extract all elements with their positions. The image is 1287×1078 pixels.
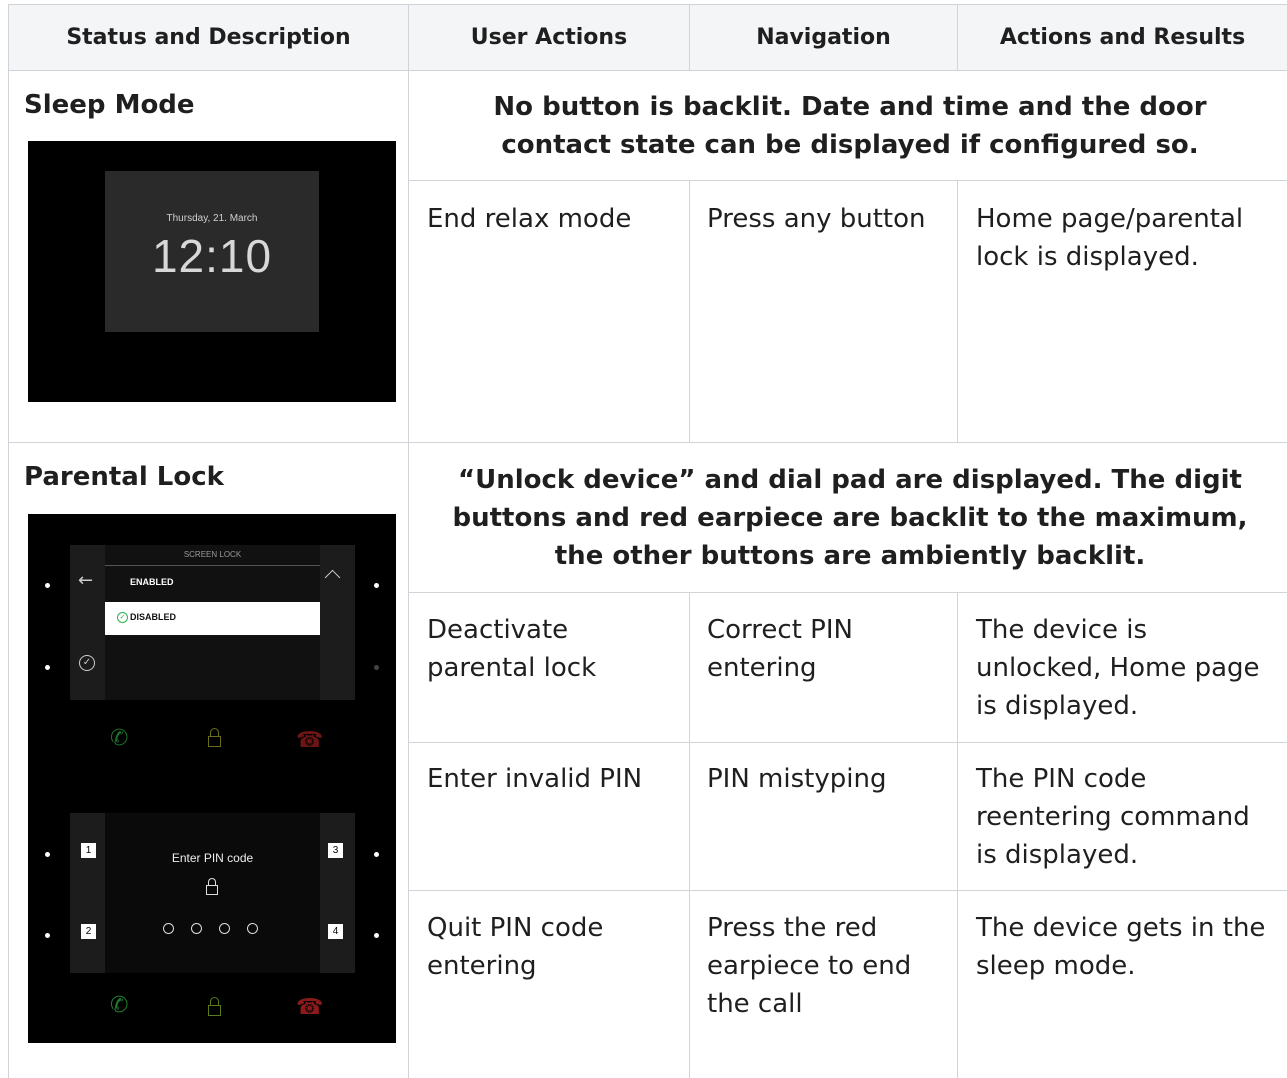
side-dot (45, 852, 50, 857)
pin-dot (247, 923, 258, 934)
screen-lock-screenshot: ← ✓ SCREEN LOCK ENABLED ✓ DISABLED ✆ ☎ (28, 514, 396, 802)
right-button-panel (320, 813, 355, 973)
key-2[interactable]: 2 (81, 924, 96, 939)
sleep-mode-title: Sleep Mode (24, 90, 195, 120)
pin-display: Enter PIN code (105, 813, 320, 973)
ok-check-icon: ✓ (117, 612, 128, 623)
header-status-description: Status and Description (9, 5, 408, 70)
key-1[interactable]: 1 (81, 843, 96, 858)
right-button-panel (320, 545, 355, 700)
parental-row1-action: Deactivate parental lock (427, 615, 597, 683)
parental-lock-description: “Unlock device” and dial pad are display… (452, 465, 1248, 571)
option-enabled[interactable]: ENABLED (130, 577, 174, 587)
pin-entry-screenshot: 1 2 3 4 Enter PIN code ✆ ☎ (28, 783, 396, 1043)
pin-lock-shackle (208, 878, 216, 885)
side-dot (45, 665, 50, 670)
back-arrow-icon[interactable]: ← (78, 570, 93, 591)
key-4[interactable]: 4 (328, 924, 343, 939)
parental-row1-result: The device is unlocked, Home page is dis… (976, 615, 1260, 721)
parental-row2-action: Enter invalid PIN (427, 764, 643, 794)
header-actions-results: Actions and Results (958, 5, 1287, 70)
sleep-mode-screenshot: Thursday, 21. March 12:10 (28, 141, 396, 402)
key-3[interactable]: 3 (328, 843, 343, 858)
red-phone-icon[interactable]: ☎ (296, 995, 323, 1020)
side-dot (45, 583, 50, 588)
header-navigation: Navigation (690, 5, 957, 70)
option-disabled-row[interactable]: ✓ DISABLED (105, 602, 320, 635)
left-button-panel (70, 545, 105, 700)
side-dot (374, 583, 379, 588)
option-disabled-label: DISABLED (130, 612, 177, 622)
sleep-time: 12:10 (151, 230, 273, 282)
header-user-actions: User Actions (409, 5, 689, 70)
parental-row3-navigation: Press the red earpiece to end the call (707, 913, 912, 1019)
lock-icon[interactable] (208, 1005, 221, 1016)
pin-dot (219, 923, 230, 934)
parental-row1-navigation: Correct PIN entering (707, 615, 853, 683)
sleep-mode-display: Thursday, 21. March 12:10 (105, 171, 319, 332)
header-divider (105, 565, 320, 566)
sleep-mode-description: No button is backlit. Date and time and … (493, 92, 1207, 160)
pin-dot (163, 923, 174, 934)
lock-icon[interactable] (208, 736, 221, 747)
sleep-row-navigation: Press any button (707, 204, 926, 234)
pin-dots (163, 923, 263, 935)
side-dot (374, 852, 379, 857)
parental-lock-title: Parental Lock (24, 462, 224, 492)
sleep-row-action: End relax mode (427, 204, 632, 234)
red-phone-icon[interactable]: ☎ (296, 728, 323, 753)
sleep-row-result: Home page/parental lock is displayed. (976, 204, 1244, 272)
screen-lock-header: SCREEN LOCK (183, 550, 242, 559)
side-dot (374, 665, 379, 670)
lock-shackle (210, 728, 219, 736)
green-phone-icon[interactable]: ✆ (110, 993, 128, 1018)
parental-row3-action: Quit PIN code entering (427, 913, 604, 981)
screen-lock-display: SCREEN LOCK ENABLED ✓ DISABLED (105, 545, 320, 700)
check-circle-icon[interactable]: ✓ (79, 655, 95, 671)
left-button-panel (70, 813, 105, 973)
side-dot (45, 933, 50, 938)
lock-shackle (210, 997, 219, 1005)
pin-lock-icon (206, 885, 218, 895)
parental-row2-result: The PIN code reentering command is displ… (976, 764, 1250, 870)
side-dot (374, 933, 379, 938)
pin-dot (191, 923, 202, 934)
pin-prompt: Enter PIN code (171, 851, 254, 865)
green-phone-icon[interactable]: ✆ (110, 726, 128, 751)
parental-row3-result: The device gets in the sleep mode. (976, 913, 1266, 981)
parental-row2-navigation: PIN mistyping (707, 764, 887, 794)
sleep-date: Thursday, 21. March (166, 213, 258, 224)
